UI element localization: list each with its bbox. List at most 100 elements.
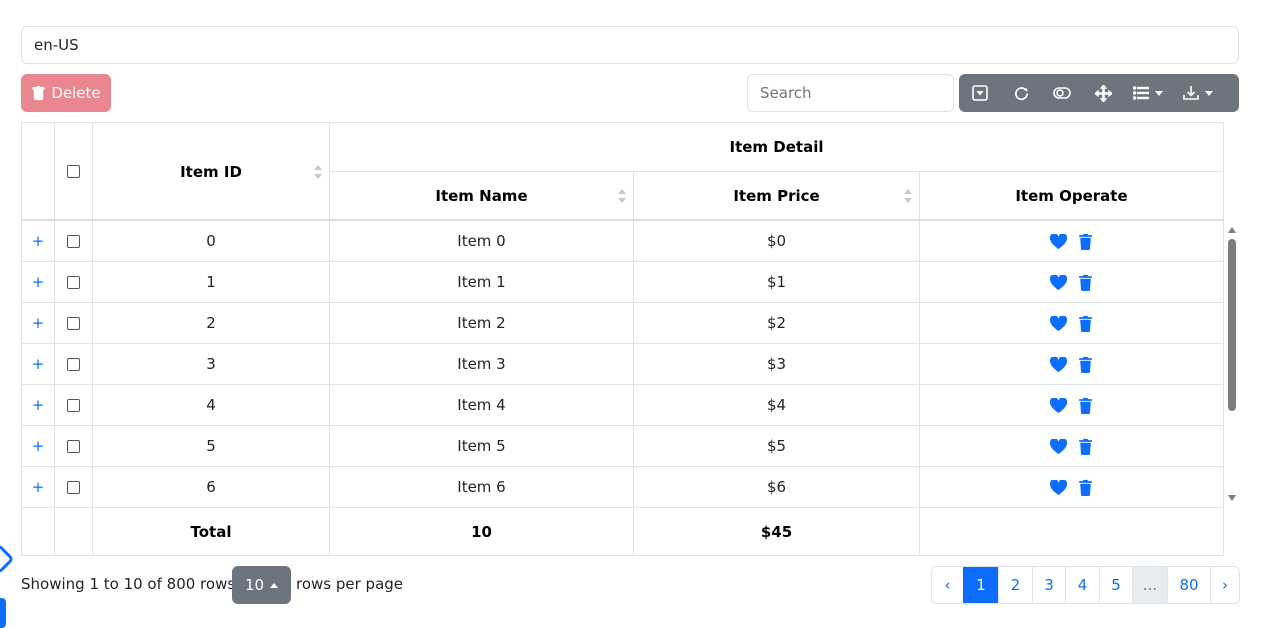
page-button-1[interactable]: 1 — [963, 567, 998, 603]
trash-icon[interactable] — [1078, 479, 1093, 496]
cell-item-price: $0 — [634, 221, 920, 261]
sort-icon — [904, 189, 912, 203]
row-checkbox[interactable] — [67, 480, 80, 494]
cell-item-operate — [920, 385, 1223, 425]
footer-operate-cell — [920, 508, 1223, 555]
header-group-label: Item Detail — [729, 138, 824, 156]
expand-row-button[interactable]: + — [22, 221, 55, 261]
page-button-5[interactable]: 5 — [1099, 567, 1132, 603]
heart-icon[interactable] — [1050, 233, 1067, 249]
select-all-cell — [55, 123, 93, 220]
cell-item-operate — [920, 426, 1223, 466]
footer-total-label: Total — [93, 508, 330, 555]
heart-icon[interactable] — [1050, 397, 1067, 413]
cell-item-operate — [920, 221, 1223, 261]
row-checkbox[interactable] — [67, 316, 80, 330]
select-all-checkbox[interactable] — [67, 165, 80, 178]
export-dropdown-button[interactable] — [1172, 74, 1224, 112]
cell-item-id: 4 — [93, 385, 330, 425]
page-next-button[interactable]: › — [1210, 567, 1239, 603]
footer-expand-cell — [22, 508, 55, 555]
page-size-dropdown[interactable]: 10 — [232, 566, 291, 604]
trash-icon[interactable] — [1078, 356, 1093, 373]
cell-item-name: Item 6 — [330, 467, 634, 507]
toggle-pagination-button[interactable] — [959, 74, 1001, 112]
trash-icon — [32, 85, 45, 100]
pagination-info: Showing 1 to 10 of 800 rows — [21, 575, 236, 593]
floating-diamond-icon[interactable] — [0, 543, 15, 575]
row-checkbox[interactable] — [67, 357, 80, 371]
toggle-view-button[interactable] — [1041, 74, 1082, 112]
row-checkbox[interactable] — [67, 275, 80, 289]
table-row: + 6 Item 6 $6 — [22, 467, 1223, 508]
expand-row-button[interactable]: + — [22, 467, 55, 507]
list-icon — [1133, 86, 1149, 100]
page-button-4[interactable]: 4 — [1065, 567, 1099, 603]
heart-icon[interactable] — [1050, 274, 1067, 290]
heart-icon[interactable] — [1050, 315, 1067, 331]
header-item-name-label: Item Name — [435, 187, 528, 205]
item-id-value: 0 — [206, 232, 216, 250]
expand-row-button[interactable]: + — [22, 262, 55, 302]
fullscreen-button[interactable] — [1082, 74, 1124, 112]
row-checkbox[interactable] — [67, 398, 80, 412]
scroll-thumb[interactable] — [1228, 239, 1236, 411]
row-select-cell — [55, 262, 93, 302]
row-checkbox[interactable] — [67, 234, 80, 248]
header-item-price[interactable]: Item Price — [634, 172, 920, 220]
table-scrollbar[interactable] — [1226, 225, 1239, 503]
header-item-operate-label: Item Operate — [1015, 187, 1128, 205]
refresh-icon — [1014, 86, 1028, 100]
footer-price-total: $45 — [634, 508, 920, 555]
expand-plus-icon: + — [31, 273, 45, 291]
trash-icon[interactable] — [1078, 397, 1093, 414]
expand-row-button[interactable]: + — [22, 303, 55, 343]
cell-item-id: 2 — [93, 303, 330, 343]
header-item-name[interactable]: Item Name — [330, 172, 634, 220]
cell-item-name: Item 0 — [330, 221, 634, 261]
trash-icon[interactable] — [1078, 438, 1093, 455]
page-button-2[interactable]: 2 — [998, 567, 1032, 603]
download-icon — [1183, 86, 1199, 100]
total-label: Total — [190, 522, 232, 541]
row-checkbox[interactable] — [67, 439, 80, 453]
page-ellipsis: ... — [1132, 567, 1167, 603]
scroll-down-arrow-icon[interactable] — [1228, 495, 1236, 501]
page-prev-button[interactable]: ‹ — [932, 567, 963, 603]
item-price-value: $1 — [766, 273, 787, 291]
refresh-button[interactable] — [1001, 74, 1041, 112]
expand-row-button[interactable]: + — [22, 344, 55, 384]
cell-item-operate — [920, 262, 1223, 302]
item-id-value: 2 — [206, 314, 216, 332]
scroll-up-arrow-icon[interactable] — [1228, 227, 1236, 233]
heart-icon[interactable] — [1050, 356, 1067, 372]
expand-plus-icon: + — [31, 478, 45, 496]
cell-item-id: 5 — [93, 426, 330, 466]
caret-square-down-icon — [972, 85, 988, 101]
expand-plus-icon: + — [31, 437, 45, 455]
cell-item-name: Item 3 — [330, 344, 634, 384]
heart-icon[interactable] — [1050, 479, 1067, 495]
expand-row-button[interactable]: + — [22, 385, 55, 425]
header-item-operate: Item Operate — [920, 172, 1223, 220]
caret-up-icon — [270, 582, 279, 588]
trash-icon[interactable] — [1078, 274, 1093, 291]
page-button-last[interactable]: 80 — [1167, 567, 1210, 603]
header-item-price-label: Item Price — [733, 187, 820, 205]
delete-button[interactable]: Delete — [21, 74, 111, 112]
page-button-3[interactable]: 3 — [1032, 567, 1065, 603]
table-row: + 2 Item 2 $2 — [22, 303, 1223, 344]
header-item-id[interactable]: Item ID — [93, 123, 330, 220]
item-id-value: 3 — [206, 355, 216, 373]
trash-icon[interactable] — [1078, 315, 1093, 332]
rows-per-page-label: rows per page — [296, 575, 404, 593]
locale-select[interactable]: en-US — [21, 26, 1239, 64]
header-group-item-detail: Item Detail — [330, 123, 1223, 172]
columns-dropdown-button[interactable] — [1124, 74, 1172, 112]
chevron-down-icon — [1205, 90, 1213, 96]
expand-row-button[interactable]: + — [22, 426, 55, 466]
trash-icon[interactable] — [1078, 233, 1093, 250]
chevron-down-icon — [1155, 90, 1163, 96]
search-input[interactable] — [747, 74, 954, 112]
heart-icon[interactable] — [1050, 438, 1067, 454]
